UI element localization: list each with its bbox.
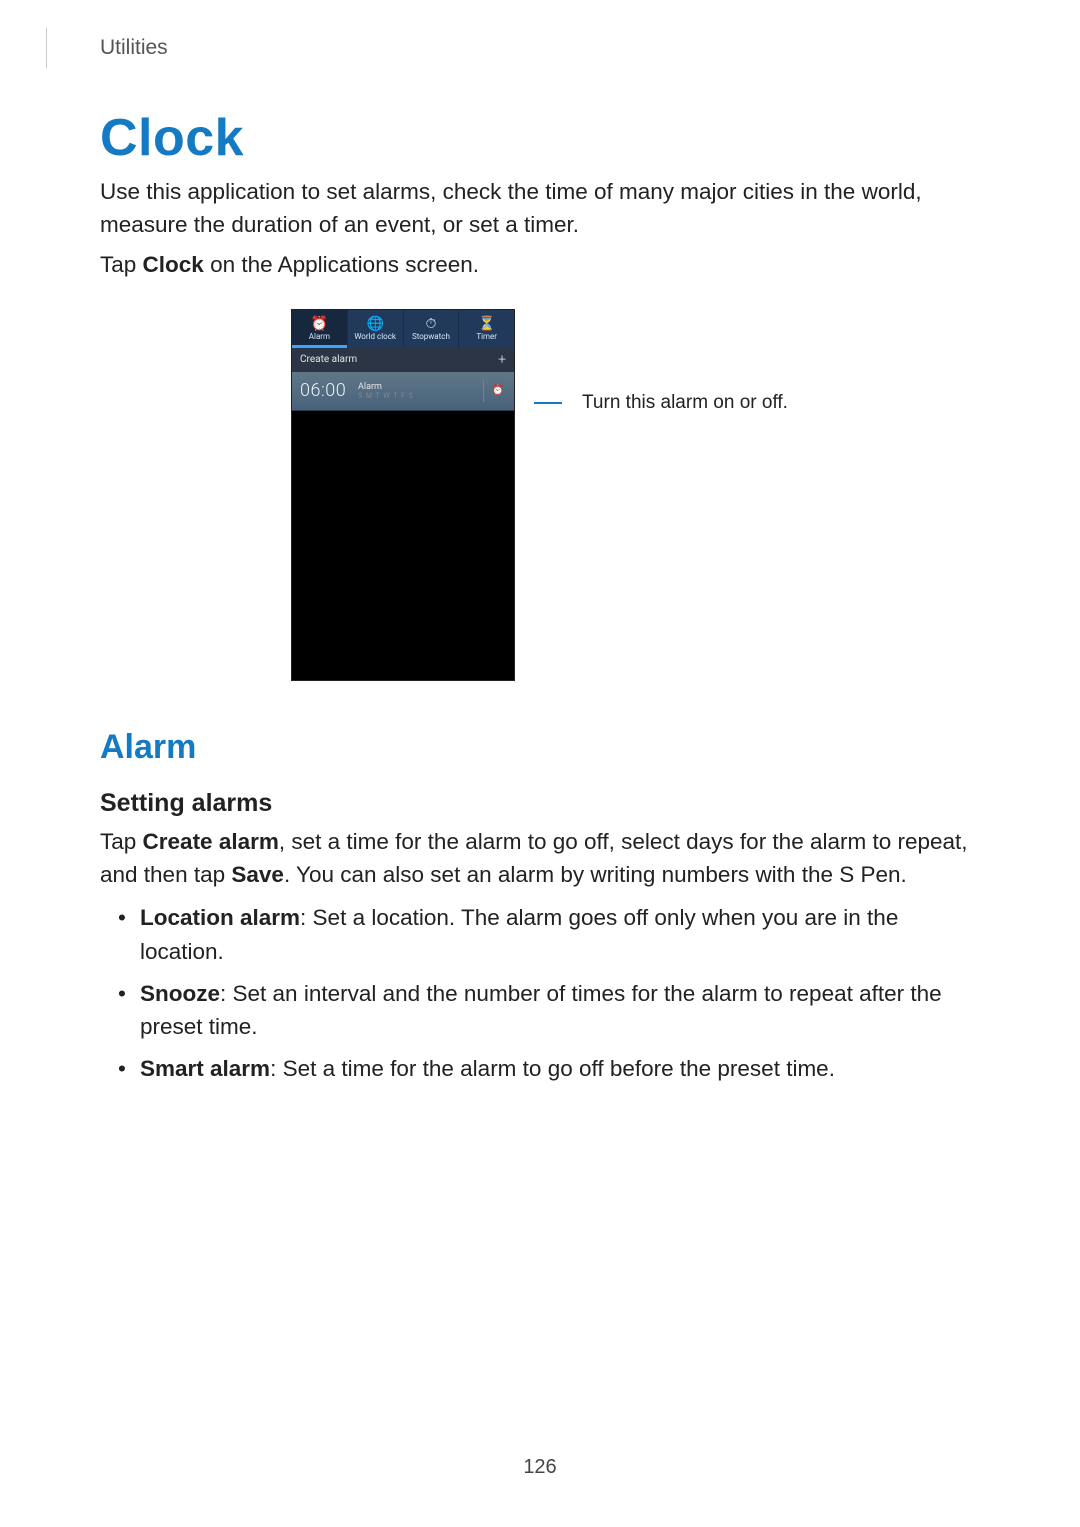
callout-text: Turn this alarm on or off.	[582, 392, 788, 414]
tap-line-bold: Clock	[143, 252, 204, 277]
alarm-heading: Alarm	[100, 728, 980, 767]
clock-tabs: ⏰ Alarm 🌐 World clock ⏱ Stopwatch ⏳ Time…	[292, 310, 514, 348]
tab-alarm-label: Alarm	[309, 332, 330, 341]
sb-b1: Create alarm	[143, 829, 279, 854]
bullet-rest: : Set an interval and the number of time…	[140, 981, 942, 1040]
page-number: 126	[0, 1456, 1080, 1479]
sb-p1: Tap	[100, 829, 143, 854]
create-alarm-row[interactable]: Create alarm +	[292, 348, 514, 372]
header-rule	[46, 28, 47, 68]
tap-line-post: on the Applications screen.	[204, 252, 479, 277]
bullet-snooze: Snooze: Set an interval and the number o…	[140, 977, 980, 1045]
stopwatch-icon: ⏱	[425, 317, 436, 331]
tab-alarm[interactable]: ⏰ Alarm	[292, 310, 348, 348]
callout-line	[534, 402, 562, 404]
alarm-meta: Alarm S M T W T F S	[358, 382, 477, 400]
plus-icon[interactable]: +	[498, 352, 506, 368]
alarm-toggle-button[interactable]: ⏰	[490, 383, 506, 399]
section-header: Utilities	[100, 36, 168, 60]
alarm-label: Alarm	[358, 382, 477, 392]
alarm-time: 06:00	[300, 380, 358, 401]
alarm-days: S M T W T F S	[358, 392, 477, 400]
bullet-bold: Location alarm	[140, 905, 300, 930]
bullet-bold: Smart alarm	[140, 1056, 270, 1081]
sb-p3: . You can also set an alarm by writing n…	[284, 862, 907, 887]
tab-world-clock[interactable]: 🌐 World clock	[348, 310, 404, 348]
tab-stopwatch-label: Stopwatch	[412, 332, 450, 341]
alarm-row[interactable]: 06:00 Alarm S M T W T F S ⏰	[292, 372, 514, 411]
tap-line-pre: Tap	[100, 252, 143, 277]
tab-timer[interactable]: ⏳ Timer	[459, 310, 514, 348]
tab-timer-label: Timer	[476, 332, 497, 341]
timer-icon: ⏳	[478, 317, 495, 331]
tab-world-clock-label: World clock	[354, 332, 396, 341]
setting-alarms-body: Tap Create alarm, set a time for the ala…	[100, 826, 980, 891]
tap-clock-line: Tap Clock on the Applications screen.	[100, 249, 980, 282]
figure-wrap: ⏰ Alarm 🌐 World clock ⏱ Stopwatch ⏳ Time…	[100, 310, 980, 680]
bullet-location-alarm: Location alarm: Set a location. The alar…	[140, 901, 980, 969]
sb-b2: Save	[231, 862, 284, 887]
page-title: Clock	[100, 108, 980, 168]
bullet-smart-alarm: Smart alarm: Set a time for the alarm to…	[140, 1052, 980, 1086]
bullet-list: Location alarm: Set a location. The alar…	[100, 901, 980, 1086]
phone-screenshot: ⏰ Alarm 🌐 World clock ⏱ Stopwatch ⏳ Time…	[292, 310, 514, 680]
alarm-separator	[483, 380, 484, 402]
alarm-toggle-icon: ⏰	[492, 385, 504, 396]
setting-alarms-heading: Setting alarms	[100, 789, 980, 818]
world-clock-icon: 🌐	[366, 317, 383, 331]
bullet-bold: Snooze	[140, 981, 220, 1006]
alarm-icon: ⏰	[311, 317, 328, 331]
create-alarm-label: Create alarm	[300, 354, 357, 365]
tab-stopwatch[interactable]: ⏱ Stopwatch	[404, 310, 460, 348]
intro-paragraph: Use this application to set alarms, chec…	[100, 176, 980, 241]
bullet-rest: : Set a time for the alarm to go off bef…	[270, 1056, 835, 1081]
